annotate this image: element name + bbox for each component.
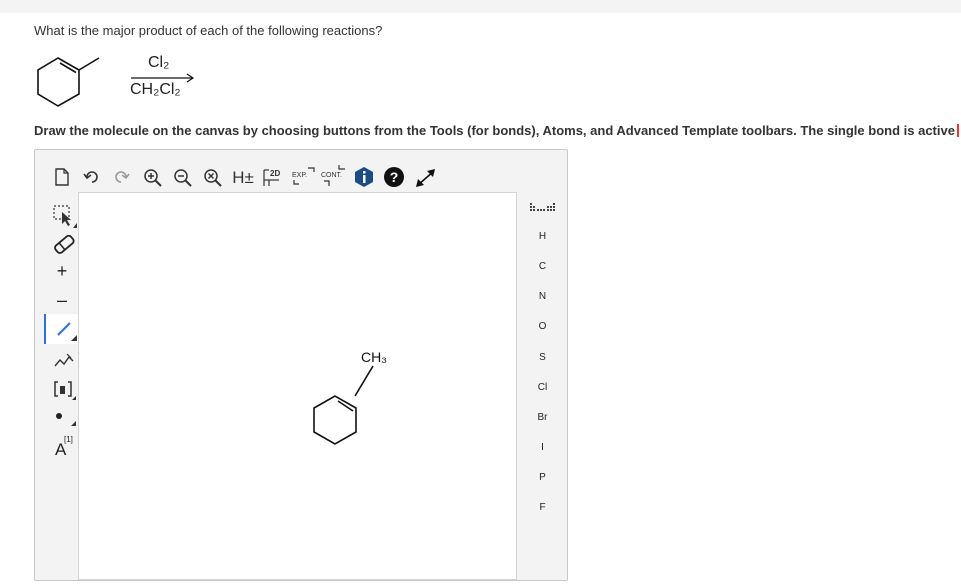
atom-button-c[interactable]: C bbox=[518, 253, 567, 279]
atom-button-cl[interactable]: Cl bbox=[518, 374, 567, 400]
eraser-icon bbox=[54, 234, 75, 254]
atom-button-i[interactable]: I bbox=[518, 434, 567, 460]
overflow-edge-marker bbox=[957, 124, 959, 137]
zoom-in-button[interactable] bbox=[143, 168, 163, 188]
help-button[interactable]: ? bbox=[383, 166, 405, 188]
atom-button-h[interactable]: H bbox=[518, 223, 567, 249]
bracket-template-icon bbox=[54, 381, 76, 400]
top-toolbar: H± 2D EXP. CONT. ? bbox=[35, 150, 567, 192]
atom-button-s[interactable]: S bbox=[518, 344, 567, 370]
canvas-molecule-overlay bbox=[79, 193, 516, 579]
hydrogen-toggle-button[interactable]: H± bbox=[231, 167, 255, 189]
atom-button-o[interactable]: O bbox=[518, 313, 567, 339]
atom-index-label: [1] bbox=[64, 435, 73, 444]
reagent-cl2: Cl₂ bbox=[148, 54, 170, 71]
new-document-button[interactable] bbox=[53, 168, 71, 186]
template-tool-button[interactable] bbox=[52, 376, 76, 400]
selection-tool-button[interactable] bbox=[52, 204, 78, 228]
zoom-reset-icon bbox=[204, 169, 222, 187]
canvas-methyl-label: CH₃ bbox=[361, 349, 387, 365]
contract-label: CONT. bbox=[321, 172, 342, 179]
chain-icon bbox=[54, 353, 74, 367]
eraser-tool-button[interactable] bbox=[52, 232, 76, 256]
redo-icon bbox=[115, 171, 130, 183]
lasso-select-icon bbox=[53, 205, 77, 228]
single-bond-tool-button[interactable] bbox=[44, 314, 79, 344]
atoms-toolbar: H C N O S Cl Br I P F bbox=[518, 192, 567, 580]
charge-minus-button[interactable]: – bbox=[52, 289, 72, 311]
info-icon bbox=[355, 167, 373, 187]
zoom-reset-button[interactable] bbox=[203, 168, 223, 188]
zoom-out-icon bbox=[174, 169, 192, 187]
reactant-ring bbox=[37, 57, 80, 107]
contract-button[interactable]: CONT. bbox=[319, 162, 351, 190]
reaction-scheme: Cl₂ CH₂Cl₂ bbox=[36, 50, 216, 114]
molecule-editor: H± 2D EXP. CONT. ? + – A [1] CH₃ H C N O… bbox=[34, 149, 568, 581]
clean-2d-button[interactable]: 2D bbox=[261, 166, 287, 190]
reagent-solvent: CH₂Cl₂ bbox=[130, 81, 181, 98]
instruction-text: Draw the molecule on the canvas by choos… bbox=[34, 123, 955, 138]
new-document-icon bbox=[55, 168, 69, 186]
atom-button-n[interactable]: N bbox=[518, 283, 567, 309]
fullscreen-arrows-icon bbox=[416, 169, 435, 187]
svg-text:?: ? bbox=[390, 169, 399, 185]
atom-button-f[interactable]: F bbox=[518, 494, 567, 520]
tools-toolbar: + – A [1] bbox=[35, 192, 79, 580]
expand-label: EXP. bbox=[292, 172, 308, 179]
about-button[interactable] bbox=[353, 166, 375, 188]
undo-icon bbox=[83, 171, 98, 183]
drawing-canvas[interactable]: CH₃ bbox=[78, 192, 517, 580]
atom-tool-button[interactable]: A [1] bbox=[52, 432, 78, 462]
question-text: What is the major product of each of the… bbox=[34, 23, 383, 38]
clean-2d-label: 2D bbox=[270, 169, 281, 178]
single-bond-icon bbox=[56, 322, 77, 341]
chain-tool-button[interactable] bbox=[52, 348, 76, 372]
periodic-table-button[interactable] bbox=[528, 200, 558, 214]
redo-button[interactable] bbox=[113, 168, 131, 186]
reactant-methyl-bond bbox=[78, 57, 100, 71]
undo-button[interactable] bbox=[83, 168, 101, 186]
atom-button-p[interactable]: P bbox=[518, 464, 567, 490]
zoom-out-button[interactable] bbox=[173, 168, 193, 188]
atom-button-br[interactable]: Br bbox=[518, 404, 567, 430]
radical-dot-icon bbox=[56, 413, 76, 426]
reactant-structure bbox=[37, 57, 195, 107]
charge-plus-button[interactable]: + bbox=[52, 260, 72, 282]
zoom-in-icon bbox=[144, 169, 162, 187]
radical-tool-button[interactable] bbox=[52, 404, 76, 428]
help-icon: ? bbox=[384, 167, 404, 187]
top-strip bbox=[0, 0, 961, 13]
fullscreen-button[interactable] bbox=[413, 166, 439, 190]
periodic-table-icon bbox=[530, 203, 555, 211]
expand-button[interactable]: EXP. bbox=[290, 162, 320, 190]
